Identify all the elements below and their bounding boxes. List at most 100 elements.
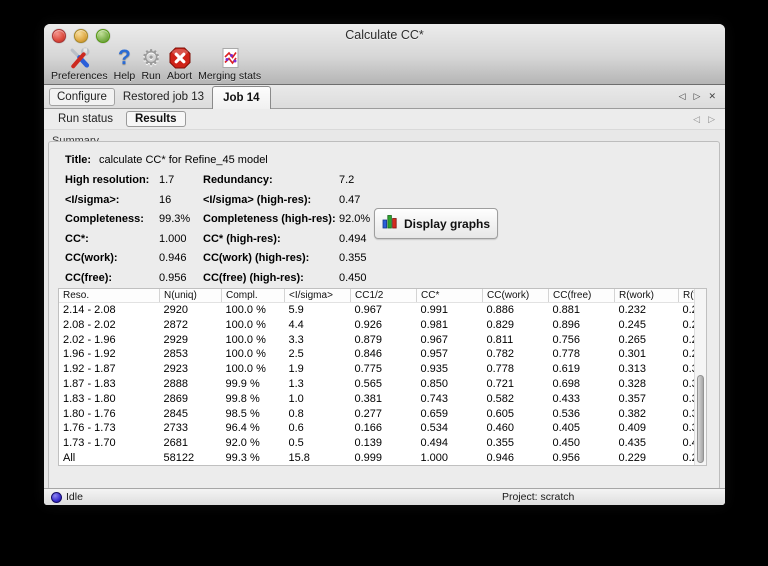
table-row[interactable]: 1.83 - 1.80 2869 99.8 % 1.0 0.381 0.743 0.582 0…	[59, 392, 695, 407]
merging-stats-button[interactable]: Merging stats	[195, 45, 264, 82]
tab-close-icon[interactable]: ✕	[708, 91, 716, 102]
run-button[interactable]: ⚙ Run	[138, 45, 164, 82]
table-cell: 0.297	[682, 348, 696, 361]
job-title-row: Title: calculate CC* for Refine_45 model	[65, 154, 268, 166]
table-scrollbar[interactable]	[694, 289, 706, 465]
table-cell: 99.3 %	[225, 451, 260, 464]
table-cell: 100.0 %	[225, 333, 266, 346]
table-cell: 0.967	[420, 333, 449, 346]
table-cell: 2733	[163, 422, 188, 435]
table-cell: 0.392	[682, 407, 696, 420]
titlebar[interactable]: Calculate CC*	[44, 24, 725, 45]
summary-label: <I/sigma>:	[65, 193, 120, 206]
table-cell: 0.536	[552, 407, 581, 420]
table-cell: 2869	[163, 392, 188, 405]
table-row[interactable]: 1.96 - 1.92 2853 100.0 % 2.5 0.846 0.957 0.782…	[59, 347, 695, 362]
summary-row: Completeness: 99.3% Completeness (high-r…	[65, 213, 370, 233]
table-cell: 2845	[163, 407, 188, 420]
table-cell: 0.811	[486, 333, 514, 346]
abort-button[interactable]: Abort	[164, 45, 195, 82]
table-cell: 1.0	[288, 392, 304, 405]
table-row[interactable]: 2.14 - 2.08 2920 100.0 % 5.9 0.967 0.991 0.886…	[59, 303, 695, 318]
table-cell: 0.460	[486, 422, 515, 435]
column-header-2[interactable]: Compl.	[221, 289, 285, 303]
table-row[interactable]: 1.73 - 1.70 2681 92.0 % 0.5 0.139 0.494 0.355 0…	[59, 436, 695, 451]
table-cell: 0.778	[486, 363, 515, 376]
tab-run-status[interactable]: Run status	[52, 112, 119, 126]
table-cell: 99.9 %	[225, 377, 260, 390]
tab-prev-icon[interactable]: ◁	[679, 91, 686, 102]
table-cell: 0.494	[420, 437, 449, 450]
table-cell: 2.5	[288, 348, 304, 361]
column-header-4[interactable]: CC1/2	[350, 289, 417, 303]
toolbar-label: Merging stats	[198, 70, 262, 82]
table-cell: 0.605	[486, 407, 515, 420]
summary-label: CC* (high-res):	[203, 232, 281, 245]
table-cell: 0.896	[552, 318, 581, 331]
summary-label: High resolution:	[65, 174, 150, 186]
table-cell: 0.565	[354, 377, 383, 390]
subtab-next-icon[interactable]: ▷	[708, 114, 715, 125]
table-cell: 0.698	[552, 377, 581, 390]
summary-label: Completeness:	[65, 213, 144, 225]
table-cell: 0.450	[552, 437, 581, 450]
summary-value: 0.47	[339, 193, 361, 206]
table-cell: 1.73 - 1.70	[63, 437, 116, 450]
tab-job-14[interactable]: Job 14	[212, 85, 271, 109]
table-cell: 0.241	[682, 318, 696, 331]
summary-grid: High resolution: 1.7 Redundancy: 7.2 <I/…	[65, 174, 370, 291]
preferences-button[interactable]: Preferences	[48, 45, 111, 82]
tab-restored-job-13[interactable]: Restored job 13	[115, 89, 212, 105]
status-led-icon	[51, 492, 62, 503]
summary-row: CC*: 1.000 CC* (high-res): 0.494	[65, 233, 370, 253]
table-cell: 0.220	[682, 304, 696, 316]
table-cell: 92.0 %	[225, 437, 260, 450]
display-graphs-button[interactable]: Display graphs	[374, 208, 498, 239]
column-header-3[interactable]: <I/sigma>	[284, 289, 351, 303]
table-cell: 96.4 %	[225, 422, 260, 435]
run-gear-icon: ⚙	[141, 45, 161, 70]
table-cell: 1.80 - 1.76	[63, 407, 116, 420]
main-tab-bar: Configure Restored job 13 Job 14 ◁ ▷ ✕	[44, 85, 725, 109]
column-header-6[interactable]: CC(work)	[482, 289, 549, 303]
subtab-prev-icon[interactable]: ◁	[693, 114, 700, 125]
summary-value: 92.0%	[339, 213, 371, 225]
table-cell: 2929	[163, 333, 188, 346]
table-cell: 2.02 - 1.96	[63, 333, 116, 346]
table-cell: 2.14 - 2.08	[63, 304, 116, 316]
tab-configure[interactable]: Configure	[49, 87, 115, 106]
table-cell: 0.277	[354, 407, 383, 420]
table-row[interactable]: 1.92 - 1.87 2923 100.0 % 1.9 0.775 0.935 0.778…	[59, 362, 695, 377]
table-cell: 1.92 - 1.87	[63, 363, 116, 376]
tab-next-icon[interactable]: ▷	[694, 91, 701, 102]
summary-value: 99.3%	[159, 213, 191, 225]
table-cell: 0.967	[354, 304, 383, 316]
column-header-9[interactable]: R(free)	[678, 289, 695, 303]
table-row[interactable]: 1.87 - 1.83 2888 99.9 % 1.3 0.565 0.850 0.721 0…	[59, 377, 695, 392]
table-cell: 0.778	[552, 348, 581, 361]
table-cell: 0.879	[354, 333, 383, 346]
column-header-0[interactable]: Reso.	[59, 289, 160, 303]
tab-results[interactable]: Results	[125, 111, 186, 127]
table-row[interactable]: 2.08 - 2.02 2872 100.0 % 4.4 0.926 0.981 0.829…	[59, 318, 695, 333]
table-cell: 1.9	[288, 363, 304, 376]
column-header-5[interactable]: CC*	[416, 289, 483, 303]
summary-label: CC(work):	[65, 252, 118, 264]
table-row[interactable]: 1.80 - 1.76 2845 98.5 % 0.8 0.277 0.659 0.605 0…	[59, 407, 695, 422]
table-row[interactable]: All 58122 99.3 % 15.8 0.999 1.000 0.946 0.956 0.…	[59, 451, 695, 465]
column-header-7[interactable]: CC(free)	[548, 289, 615, 303]
bar-chart-icon	[382, 213, 398, 234]
scrollbar-thumb[interactable]	[697, 375, 704, 463]
table-row[interactable]: 1.76 - 1.73 2733 96.4 % 0.6 0.166 0.534 0.460 0…	[59, 421, 695, 436]
column-header-8[interactable]: R(work)	[614, 289, 679, 303]
summary-row: <I/sigma>: 16 <I/sigma> (high-res): 0.47	[65, 194, 370, 214]
subtab-nav-controls: ◁ ▷	[693, 114, 725, 125]
table-row[interactable]: 2.02 - 1.96 2929 100.0 % 3.3 0.879 0.967 0.811…	[59, 333, 695, 348]
table-cell: 0.8	[288, 407, 304, 420]
summary-value: 0.355	[339, 252, 367, 264]
help-button[interactable]: ? Help	[111, 45, 139, 82]
toolbar-label: Abort	[166, 70, 193, 82]
table-cell: 100.0 %	[225, 304, 266, 316]
table-cell: 0.139	[354, 437, 383, 450]
column-header-1[interactable]: N(uniq)	[159, 289, 222, 303]
